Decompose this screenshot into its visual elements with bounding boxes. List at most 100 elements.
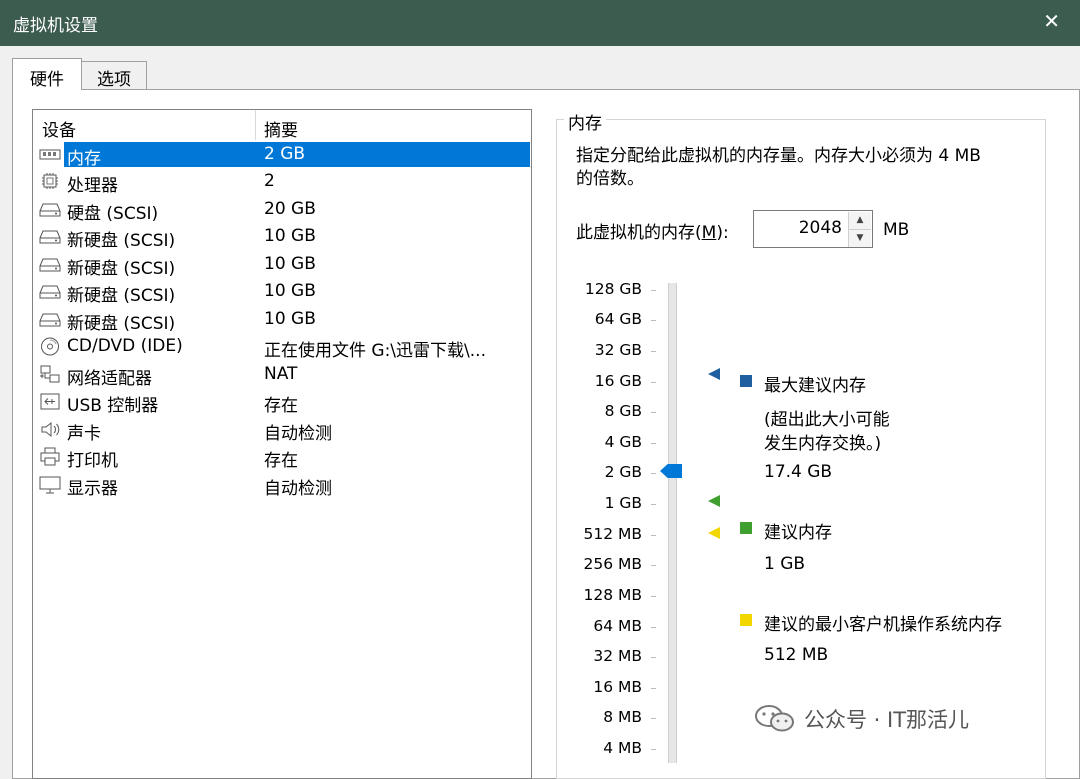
device-summary: 10 GB	[264, 309, 316, 329]
device-row-sound-card[interactable]: 声卡 自动检测	[33, 416, 530, 444]
scale-tick-label: 64 GB	[594, 310, 642, 328]
scale-tick-label: 16 GB	[594, 372, 642, 390]
device-name: 新硬盘 (SCSI)	[67, 314, 176, 334]
legend-min-guest-value: 512 MB	[764, 645, 829, 665]
network-adapter-icon	[40, 365, 60, 383]
device-summary: 10 GB	[264, 281, 316, 301]
scale-tick-label: 64 MB	[593, 617, 642, 635]
spin-up-icon[interactable]: ▲	[848, 212, 871, 230]
hard-disk-icon	[39, 285, 61, 299]
tab-options[interactable]: 选项	[81, 61, 147, 90]
scale-tick-mark	[651, 596, 656, 597]
device-row-display[interactable]: 显示器 自动检测	[33, 471, 530, 499]
sound-card-icon	[41, 421, 60, 438]
device-summary: 20 GB	[264, 199, 316, 219]
scale-tick-mark	[651, 351, 656, 352]
device-row-cd-dvd[interactable]: CD/DVD (IDE) 正在使用文件 G:\迅雷下载\...	[33, 333, 530, 361]
title-bar: 虚拟机设置 ✕	[0, 0, 1080, 46]
description-line: 的倍数。	[576, 169, 644, 189]
device-row-memory[interactable]: 内存 2 GB	[33, 141, 530, 169]
device-row-new-hard-disk[interactable]: 新硬盘 (SCSI) 10 GB	[33, 223, 530, 251]
memory-input[interactable]: 2048	[799, 218, 842, 238]
legend-swatch-recommended	[740, 522, 752, 534]
column-header-summary[interactable]: 摘要	[264, 116, 298, 141]
device-name: USB 控制器	[67, 396, 159, 416]
description-line: 指定分配给此虚拟机的内存量。内存大小必须为 4 MB	[576, 146, 981, 166]
hard-disk-icon	[39, 203, 61, 217]
legend-max-note: (超出此大小可能	[764, 410, 890, 430]
memory-spinbox[interactable]: 2048 ▲ ▼	[753, 210, 873, 248]
wechat-icon	[755, 705, 794, 732]
column-divider[interactable]	[255, 110, 256, 140]
max-recommended-marker	[708, 368, 720, 380]
watermark-text: 公众号 · IT那活儿	[804, 708, 970, 732]
scale-tick-mark	[651, 535, 656, 536]
cd-dvd-icon	[41, 337, 59, 356]
usb-icon	[40, 393, 60, 410]
device-summary: 存在	[264, 451, 298, 471]
scale-tick-label: 8 MB	[603, 708, 642, 726]
device-summary: NAT	[264, 364, 298, 384]
device-summary: 2	[264, 171, 275, 191]
scale-tick-mark	[651, 290, 656, 291]
device-summary: 正在使用文件 G:\迅雷下载\...	[264, 341, 486, 361]
device-row-processor[interactable]: 处理器 2	[33, 168, 530, 196]
legend-max-note: 发生内存交换。)	[764, 434, 882, 454]
hard-disk-icon	[39, 313, 61, 327]
tab-hardware[interactable]: 硬件	[12, 58, 82, 90]
device-row-network-adapter[interactable]: 网络适配器 NAT	[33, 361, 530, 389]
device-summary: 存在	[264, 396, 298, 416]
device-summary: 10 GB	[264, 254, 316, 274]
memory-group-title: 内存	[564, 109, 606, 134]
scale-tick-mark	[651, 504, 656, 505]
scale-tick-mark	[651, 473, 656, 474]
scale-tick-mark	[651, 749, 656, 750]
scale-tick-label: 512 MB	[583, 525, 642, 543]
spin-down-icon[interactable]: ▼	[848, 230, 871, 247]
scale-tick-mark	[651, 412, 656, 413]
window-title: 虚拟机设置	[13, 16, 98, 36]
device-list[interactable]: 设备 摘要 内存 2 GB 处理器 2 硬盘 (SCSI) 20 GB 新硬盘 …	[32, 109, 532, 779]
device-list-header: 设备 摘要	[33, 110, 531, 141]
hard-disk-icon	[39, 230, 61, 244]
processor-icon	[42, 173, 58, 189]
device-summary: 自动检测	[264, 479, 332, 499]
scale-tick-label: 8 GB	[604, 402, 642, 420]
device-row-new-hard-disk[interactable]: 新硬盘 (SCSI) 10 GB	[33, 251, 530, 279]
scale-tick-label: 128 MB	[583, 586, 642, 604]
device-name: 内存	[67, 149, 101, 169]
device-name: 网络适配器	[67, 369, 152, 389]
scale-tick-label: 1 GB	[604, 494, 642, 512]
memory-field-label: 此虚拟机的内存(M):	[576, 223, 729, 243]
scale-tick-label: 2 GB	[604, 463, 642, 481]
legend-recommended-title: 建议内存	[764, 523, 832, 543]
device-row-hard-disk[interactable]: 硬盘 (SCSI) 20 GB	[33, 196, 530, 224]
device-name: 新硬盘 (SCSI)	[67, 286, 176, 306]
device-name: 处理器	[67, 176, 118, 196]
device-name: 声卡	[67, 424, 101, 444]
legend-min-guest-title: 建议的最小客户机操作系统内存	[764, 615, 1002, 635]
device-name: 显示器	[67, 479, 118, 499]
device-row-new-hard-disk[interactable]: 新硬盘 (SCSI) 10 GB	[33, 306, 530, 334]
device-summary: 10 GB	[264, 226, 316, 246]
scale-tick-label: 128 GB	[584, 280, 642, 298]
scale-tick-label: 256 MB	[583, 555, 642, 573]
device-row-new-hard-disk[interactable]: 新硬盘 (SCSI) 10 GB	[33, 278, 530, 306]
device-row-printer[interactable]: 打印机 存在	[33, 443, 530, 471]
device-name: CD/DVD (IDE)	[67, 336, 183, 356]
display-icon	[39, 476, 61, 494]
device-name: 新硬盘 (SCSI)	[67, 231, 176, 251]
column-header-device[interactable]: 设备	[42, 116, 76, 141]
legend-swatch-min-guest	[740, 614, 752, 626]
hard-disk-icon	[39, 258, 61, 272]
scale-tick-label: 32 GB	[594, 341, 642, 359]
legend-max-value: 17.4 GB	[764, 462, 833, 482]
close-icon[interactable]: ✕	[1043, 9, 1060, 33]
scale-tick-label: 16 MB	[593, 678, 642, 696]
memory-slider-track[interactable]	[668, 283, 677, 763]
scale-tick-mark	[651, 627, 656, 628]
recommended-marker	[708, 495, 720, 507]
device-row-usb-controller[interactable]: USB 控制器 存在	[33, 388, 530, 416]
legend-recommended-value: 1 GB	[764, 554, 806, 574]
scale-tick-mark	[651, 688, 656, 689]
